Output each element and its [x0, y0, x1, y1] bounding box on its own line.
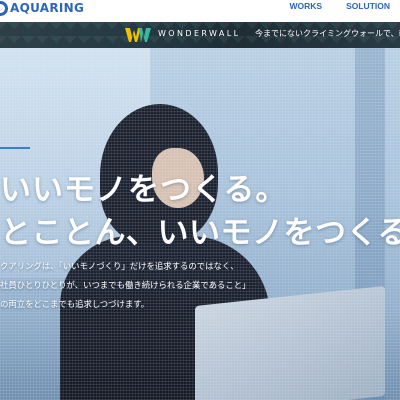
wonderwall-w-icon	[125, 28, 151, 42]
banner-text: 今までにないクライミングウォールで、新し	[255, 29, 400, 38]
site-header: AQUARING WORKS SOLUTION	[0, 0, 400, 22]
nav-works[interactable]: WORKS	[289, 1, 322, 11]
banner-title: WONDERWALL	[158, 29, 241, 38]
hero-headline-2: とことん、いいモノをつくる	[0, 215, 400, 251]
hero-description-line-2: 社員ひとりひとりが、いつまでも働き続けられる企業であること」	[0, 280, 251, 290]
hero-headline-1: いいモノをつくる。	[0, 172, 288, 208]
nav-solution[interactable]: SOLUTION	[346, 1, 390, 11]
wonderwall-banner[interactable]: WONDERWALL 今までにないクライミングウォールで、新し	[0, 22, 400, 48]
site-logo[interactable]: AQUARING	[10, 1, 84, 15]
main-nav: WORKS SOLUTION	[289, 1, 390, 11]
accent-line	[0, 147, 30, 149]
hero-description-line-3: の両立をどこまでも追求しつづけます。	[0, 299, 150, 309]
hero-description-line-1: クアリングは、「いいモノづくり」だけを追求するのではなく、	[0, 261, 239, 271]
aquaring-ring-icon[interactable]	[0, 1, 8, 16]
